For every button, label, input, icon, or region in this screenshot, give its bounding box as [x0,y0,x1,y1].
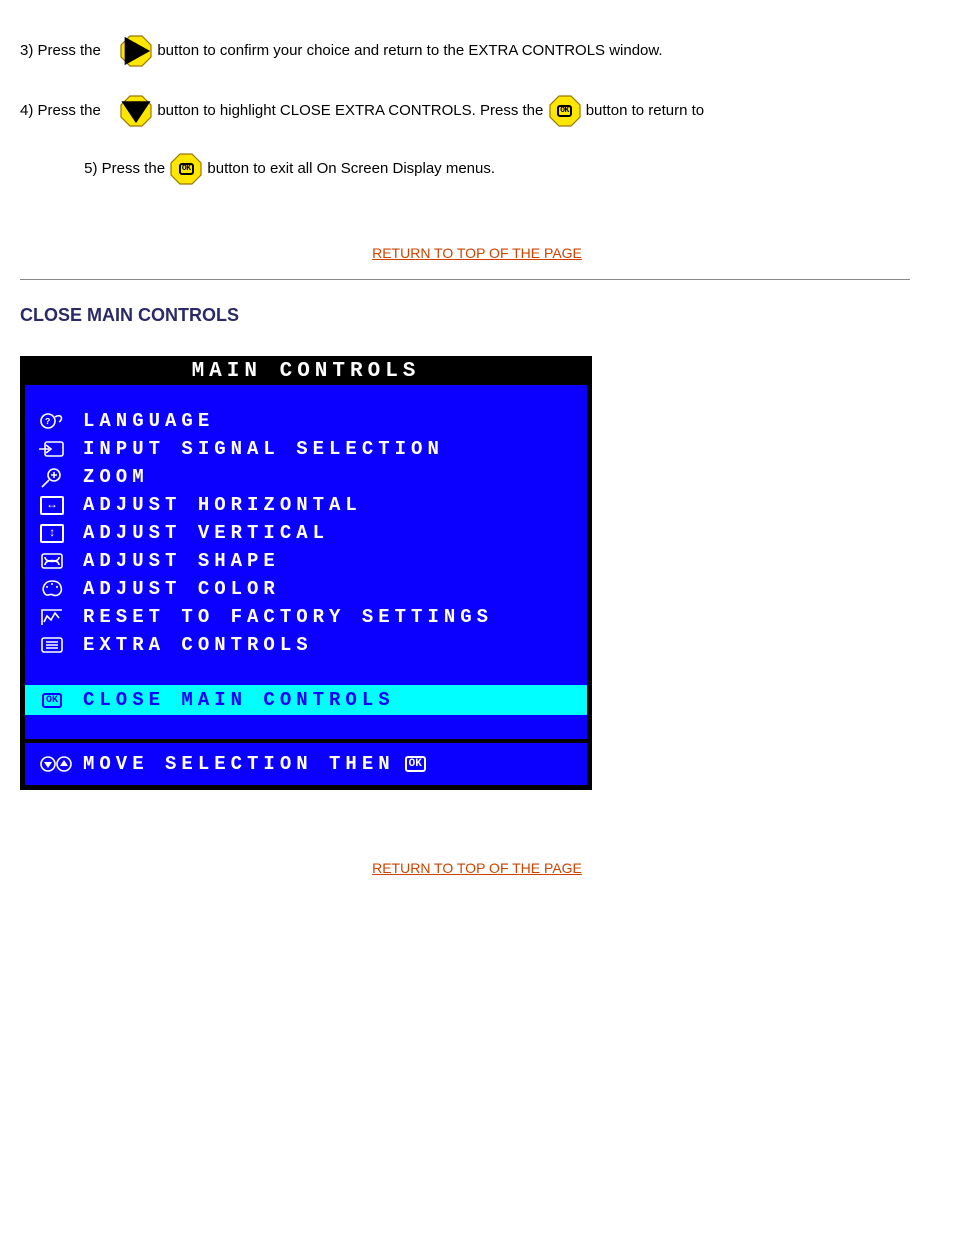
osd-item-shape[interactable]: ADJUST SHAPE [35,547,577,575]
osd-item-vertical[interactable]: ↕ ADJUST VERTICAL [35,519,577,547]
osd-item-close-main[interactable]: OK CLOSE MAIN CONTROLS [25,685,587,715]
osd-item-label: ADJUST COLOR [69,575,280,603]
vert-icon: ↕ [35,521,69,545]
up-down-icon [35,754,77,774]
extra-icon [35,633,69,657]
osd-footer-label: MOVE SELECTION THEN [77,753,395,775]
step3-lead: 3) Press the [20,40,115,62]
return-to-top-link[interactable]: RETURN TO TOP OF THE PAGE [372,245,582,261]
step3-rest: button to confirm your choice and return… [157,42,662,59]
osd-item-label: CLOSE MAIN CONTROLS [69,689,395,711]
instruction-step-3: 3) Press the button to confirm your choi… [20,30,910,72]
osd-item-extra[interactable]: EXTRA CONTROLS [35,631,577,659]
osd-item-horizontal[interactable]: ↔ ADJUST HORIZONTAL [35,491,577,519]
ok-button-icon[interactable]: OK [169,152,203,186]
page-root: 3) Press the button to confirm your choi… [0,0,954,1235]
play-button-icon[interactable] [119,34,153,68]
reset-icon [35,605,69,629]
ok-icon: OK [405,756,426,772]
input-icon [35,437,69,461]
osd-item-label: RESET TO FACTORY SETTINGS [69,603,493,631]
language-icon: ? [35,409,69,433]
osd-item-label: INPUT SIGNAL SELECTION [69,435,444,463]
step5-lead: 5) Press the [84,160,165,177]
section-title: CLOSE MAIN CONTROLS [20,305,934,326]
osd-footer: MOVE SELECTION THEN OK [25,743,587,785]
osd-item-label: EXTRA CONTROLS [69,631,313,659]
instruction-step-5: 5) Press the OK button to exit all On Sc… [20,148,910,190]
ok-button-icon[interactable]: OK [548,94,582,128]
osd-item-label: ZOOM [69,463,149,491]
return-to-top-link[interactable]: RETURN TO TOP OF THE PAGE [372,860,582,876]
zoom-icon [35,465,69,489]
osd-item-language[interactable]: ? LANGUAGE [35,407,577,435]
color-icon [35,577,69,601]
instructions-block: 3) Press the button to confirm your choi… [20,30,910,190]
osd-item-label: ADJUST HORIZONTAL [69,491,362,519]
osd-item-label: LANGUAGE [69,407,214,435]
down-button-icon[interactable] [119,94,153,128]
osd-item-color[interactable]: ADJUST COLOR [35,575,577,603]
step4-lead: 4) Press the [20,100,115,122]
step5-rest: button to exit all On Screen Display men… [207,160,495,177]
osd-item-zoom[interactable]: ZOOM [35,463,577,491]
ok-icon: OK [35,693,69,708]
step4-rest2: button to return to [586,102,704,119]
step4-rest: button to highlight CLOSE EXTRA CONTROLS… [157,102,543,119]
osd-item-label: ADJUST SHAPE [69,547,280,575]
osd-title: MAIN CONTROLS [21,357,591,385]
top-link-row: RETURN TO TOP OF THE PAGE [20,245,934,261]
osd-body: ? LANGUAGE INPUT SIGNAL SELECTION [25,385,587,739]
osd-item-label: ADJUST VERTICAL [69,519,329,547]
osd-item-reset[interactable]: RESET TO FACTORY SETTINGS [35,603,577,631]
separator [20,279,910,280]
shape-icon [35,549,69,573]
osd-panel: MAIN CONTROLS ? LANGUAGE INPUT SIGNAL S [20,356,592,790]
svg-text:?: ? [45,417,50,427]
horiz-icon: ↔ [35,493,69,517]
top-link-row: RETURN TO TOP OF THE PAGE [20,860,934,876]
osd-item-input[interactable]: INPUT SIGNAL SELECTION [35,435,577,463]
instruction-step-4: 4) Press the button to highlight CLOSE E… [20,90,910,132]
